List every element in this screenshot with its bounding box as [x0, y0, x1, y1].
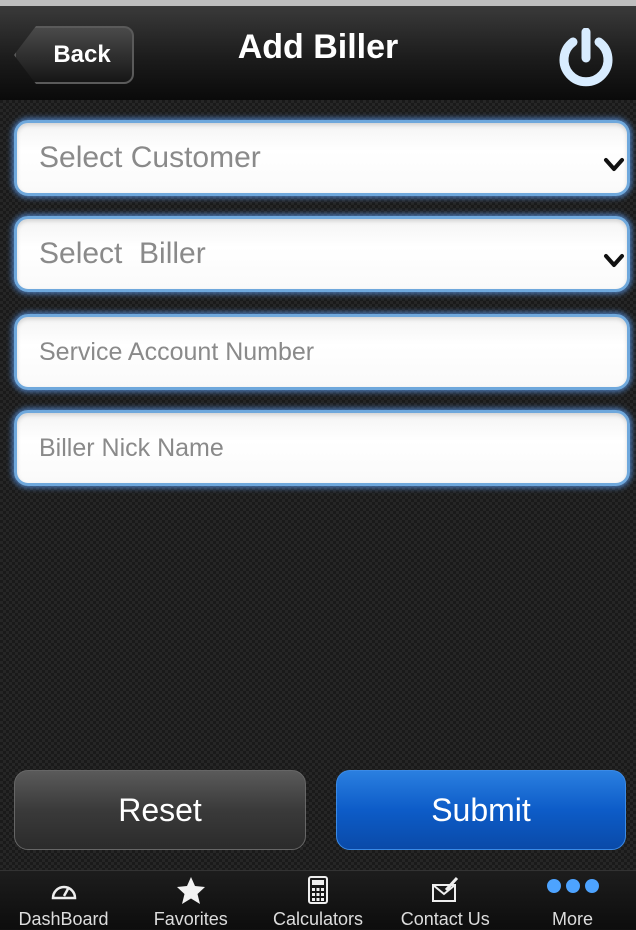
tab-label: DashBoard — [18, 909, 109, 929]
service-account-placeholder: Service Account Number — [39, 337, 315, 366]
biller-select[interactable]: Select Biller — [14, 216, 630, 292]
submit-button-label: Submit — [431, 791, 531, 828]
chevron-down-icon — [604, 158, 624, 171]
page-title: Add Biller — [237, 28, 399, 66]
dashboard-gauge-icon — [51, 885, 76, 900]
tab-label: More — [551, 909, 593, 929]
tab-label: Contact Us — [400, 909, 490, 929]
tab-bar: DashBoard Favorites Calculators Contact … — [0, 870, 636, 929]
biller-select-value: Select Biller — [39, 237, 206, 270]
tab-label: Favorites — [153, 909, 228, 929]
service-account-number-field[interactable]: Service Account Number — [14, 314, 630, 390]
form-area: Select Customer Select Biller Service Ac… — [0, 100, 636, 870]
tab-label: Calculators — [272, 909, 364, 929]
tab-calculators[interactable]: Calculators — [255, 871, 382, 929]
power-icon[interactable] — [556, 28, 616, 90]
tab-favorites[interactable]: Favorites — [127, 871, 254, 929]
envelope-icon — [432, 876, 459, 902]
reset-button[interactable]: Reset — [14, 770, 306, 850]
biller-nick-name-field[interactable]: Biller Nick Name — [14, 410, 630, 486]
customer-select[interactable]: Select Customer — [14, 120, 630, 196]
calculator-icon — [308, 876, 328, 904]
nick-name-placeholder: Biller Nick Name — [39, 433, 224, 462]
app-header: Back Add Biller — [0, 0, 636, 100]
tab-more[interactable]: More — [509, 871, 636, 929]
reset-button-label: Reset — [118, 791, 202, 828]
more-dots-icon — [546, 879, 599, 893]
tab-contact-us[interactable]: Contact Us — [382, 871, 509, 929]
customer-select-value: Select Customer — [39, 141, 261, 174]
chevron-down-icon — [604, 254, 624, 267]
submit-button[interactable]: Submit — [336, 770, 626, 850]
star-icon — [176, 877, 205, 904]
tab-dashboard[interactable]: DashBoard — [0, 871, 127, 929]
